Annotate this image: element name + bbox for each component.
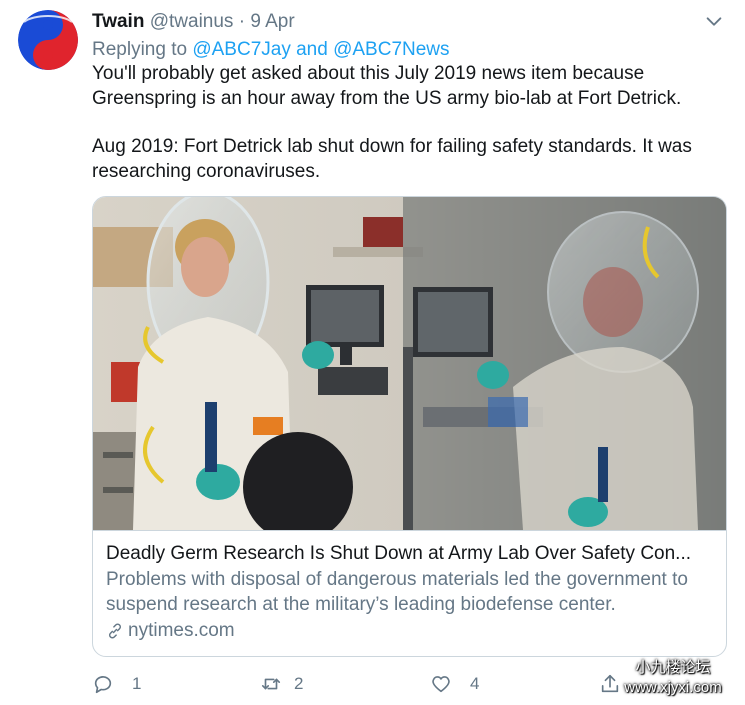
card-domain-text: nytimes.com [128,620,235,641]
watermark-line: www.xjyxi.com [624,679,722,696]
reply-icon [94,676,112,694]
tweet-paragraph: You'll probably get asked about this Jul… [92,63,682,109]
display-name[interactable]: Twain [92,11,144,32]
more-options-button[interactable] [703,11,725,33]
like-button[interactable]: 4 [430,670,479,698]
watermark-line: 小九楼论坛 [635,659,711,676]
card-domain: nytimes.com [106,618,715,643]
avatar[interactable] [18,10,78,70]
separator-dot: · [238,11,246,32]
watermark: 小九楼论坛 www.xjyxi.com [613,658,733,698]
tweet-header: Twain @twainus · 9 Apr [92,9,725,35]
card-image [93,197,726,530]
card-body: Deadly Germ Research Is Shut Down at Arm… [93,530,726,656]
replying-to: Replying to @ABC7Jay and @ABC7News [92,37,450,63]
reply-button[interactable]: 1 [92,670,141,698]
tweet-text: You'll probably get asked about this Jul… [92,62,732,184]
retweet-icon [261,678,281,690]
replying-to-label: Replying to [92,39,188,60]
like-count: 4 [470,674,480,693]
card-description: Problems with disposal of dangerous mate… [106,569,688,615]
reply-mentions[interactable]: @ABC7Jay and @ABC7News [192,39,449,60]
tweet-paragraph: Aug 2019: Fort Detrick lab shut down for… [92,136,692,182]
user-handle[interactable]: @twainus [150,11,234,32]
link-icon [108,622,122,639]
retweet-button[interactable]: 2 [260,670,303,698]
reply-count: 1 [132,674,142,693]
yin-yang-icon [18,10,78,70]
card-title: Deadly Germ Research Is Shut Down at Arm… [106,543,692,564]
heart-icon [432,676,450,693]
retweet-count: 2 [294,674,304,693]
timestamp[interactable]: 9 Apr [250,11,294,32]
link-card[interactable]: Deadly Germ Research Is Shut Down at Arm… [92,196,727,657]
chevron-down-icon [706,17,722,26]
